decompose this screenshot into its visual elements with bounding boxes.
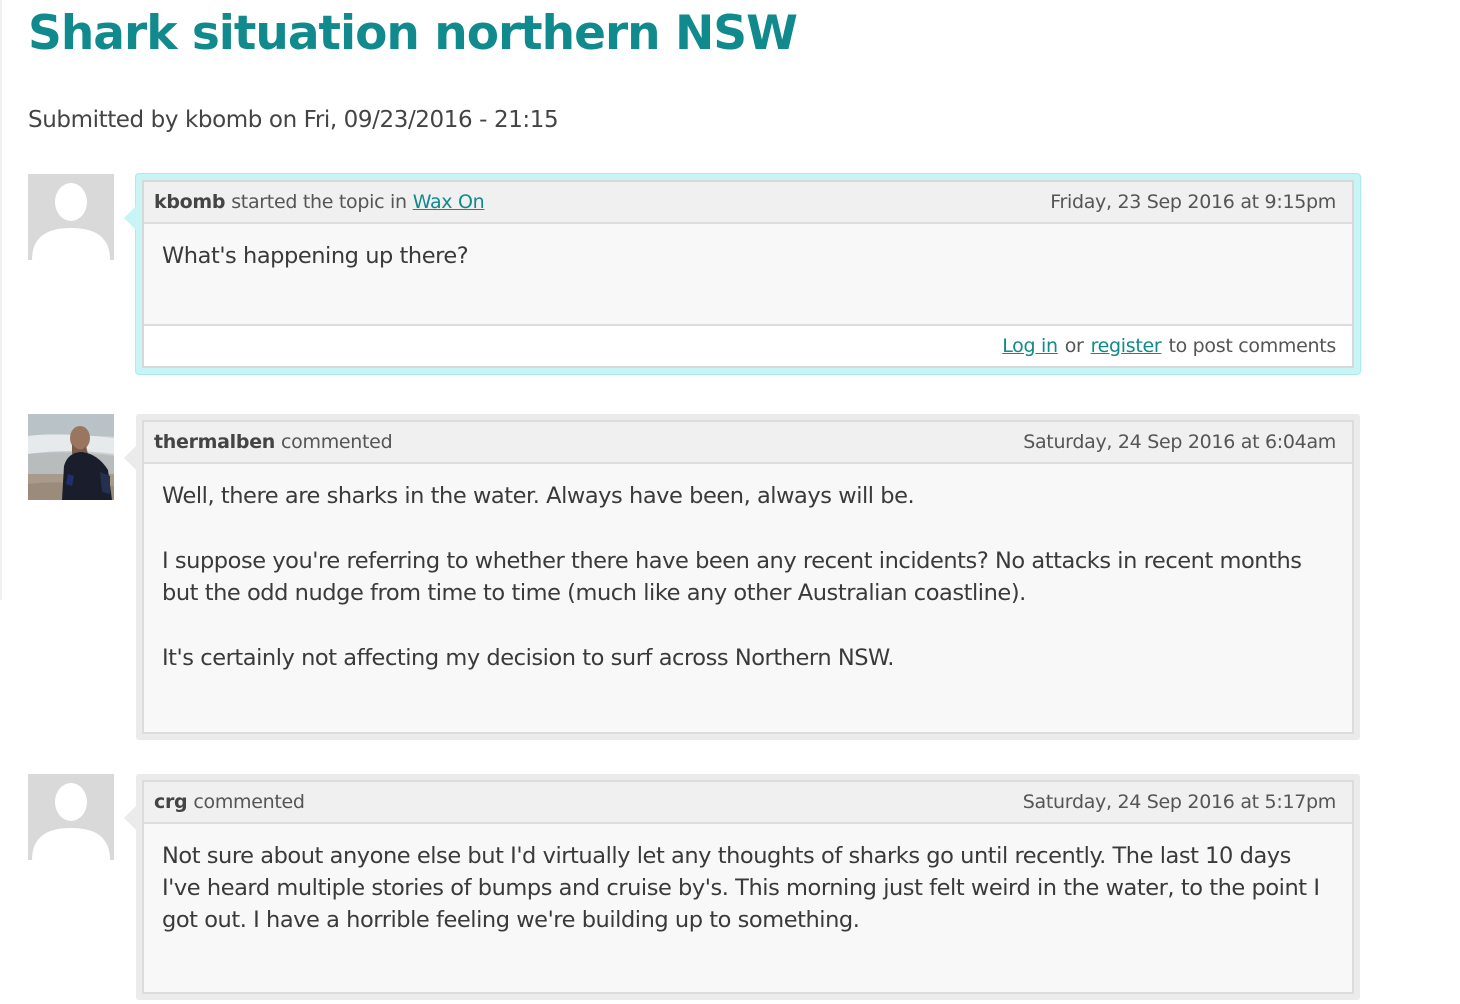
page-title: Shark situation northern NSW	[28, 6, 798, 61]
avatar[interactable]	[28, 414, 114, 500]
forum-topic-page: Shark situation northern NSW Submitted b…	[0, 0, 1460, 1004]
author-name: kbomb	[154, 191, 226, 213]
comment-action: commented	[193, 791, 305, 813]
comment-paragraph: I suppose you're referring to whether th…	[162, 548, 1302, 606]
avatar[interactable]	[28, 774, 114, 860]
comment-date: Saturday, 24 Sep 2016 at 5:17pm	[1022, 791, 1337, 813]
login-link[interactable]: Log in	[1002, 335, 1058, 357]
comment-card: crg commented Saturday, 24 Sep 2016 at 5…	[124, 774, 1360, 1000]
card-pointer	[124, 806, 136, 830]
post-date: Friday, 23 Sep 2016 at 9:15pm	[1050, 191, 1336, 213]
comment-card: thermalben commented Saturday, 24 Sep 20…	[124, 414, 1360, 740]
left-rule	[0, 0, 2, 600]
author-name: crg	[154, 791, 188, 813]
comment-date: Saturday, 24 Sep 2016 at 6:04am	[1023, 431, 1336, 453]
comment-meta: thermalben commented	[154, 431, 393, 453]
topic-header: kbomb started the topic in Wax On Friday…	[144, 182, 1352, 224]
topic-body: What's happening up there?	[144, 224, 1352, 324]
comment-action: commented	[281, 431, 393, 453]
avatar[interactable]	[28, 174, 114, 260]
comment-body: Well, there are sharks in the water. Alw…	[144, 464, 1352, 732]
author-name: thermalben	[154, 431, 276, 453]
card-pointer	[124, 206, 136, 230]
topic-card: kbomb started the topic in Wax On Friday…	[124, 174, 1360, 374]
user-silhouette-icon	[28, 174, 114, 260]
comment-header: thermalben commented Saturday, 24 Sep 20…	[144, 422, 1352, 464]
comment-meta: crg commented	[154, 791, 305, 813]
comment-header: crg commented Saturday, 24 Sep 2016 at 5…	[144, 782, 1352, 824]
forum-link[interactable]: Wax On	[413, 191, 485, 213]
comment-card-inner: crg commented Saturday, 24 Sep 2016 at 5…	[142, 780, 1354, 994]
post-paragraph: What's happening up there?	[162, 243, 469, 269]
comment-paragraph: Not sure about anyone else but I'd virtu…	[162, 843, 1320, 933]
footer-or-text: or	[1064, 335, 1084, 357]
comment-card-inner: thermalben commented Saturday, 24 Sep 20…	[142, 420, 1354, 734]
topic-action: started the topic in	[231, 191, 407, 213]
topic-footer: Log in or register to post comments	[144, 324, 1352, 366]
footer-suffix-text: to post comments	[1168, 335, 1336, 357]
card-pointer	[124, 446, 136, 470]
comment-body: Not sure about anyone else but I'd virtu…	[144, 824, 1352, 992]
comment-paragraph: It's certainly not affecting my decision…	[162, 645, 894, 671]
comment-paragraph: Well, there are sharks in the water. Alw…	[162, 483, 915, 509]
surfer-photo	[28, 414, 114, 500]
user-silhouette-icon	[28, 774, 114, 860]
topic-meta: kbomb started the topic in Wax On	[154, 191, 485, 213]
topic-card-inner: kbomb started the topic in Wax On Friday…	[142, 180, 1354, 368]
register-link[interactable]: register	[1091, 335, 1162, 357]
submitted-by-line: Submitted by kbomb on Fri, 09/23/2016 - …	[28, 107, 559, 133]
